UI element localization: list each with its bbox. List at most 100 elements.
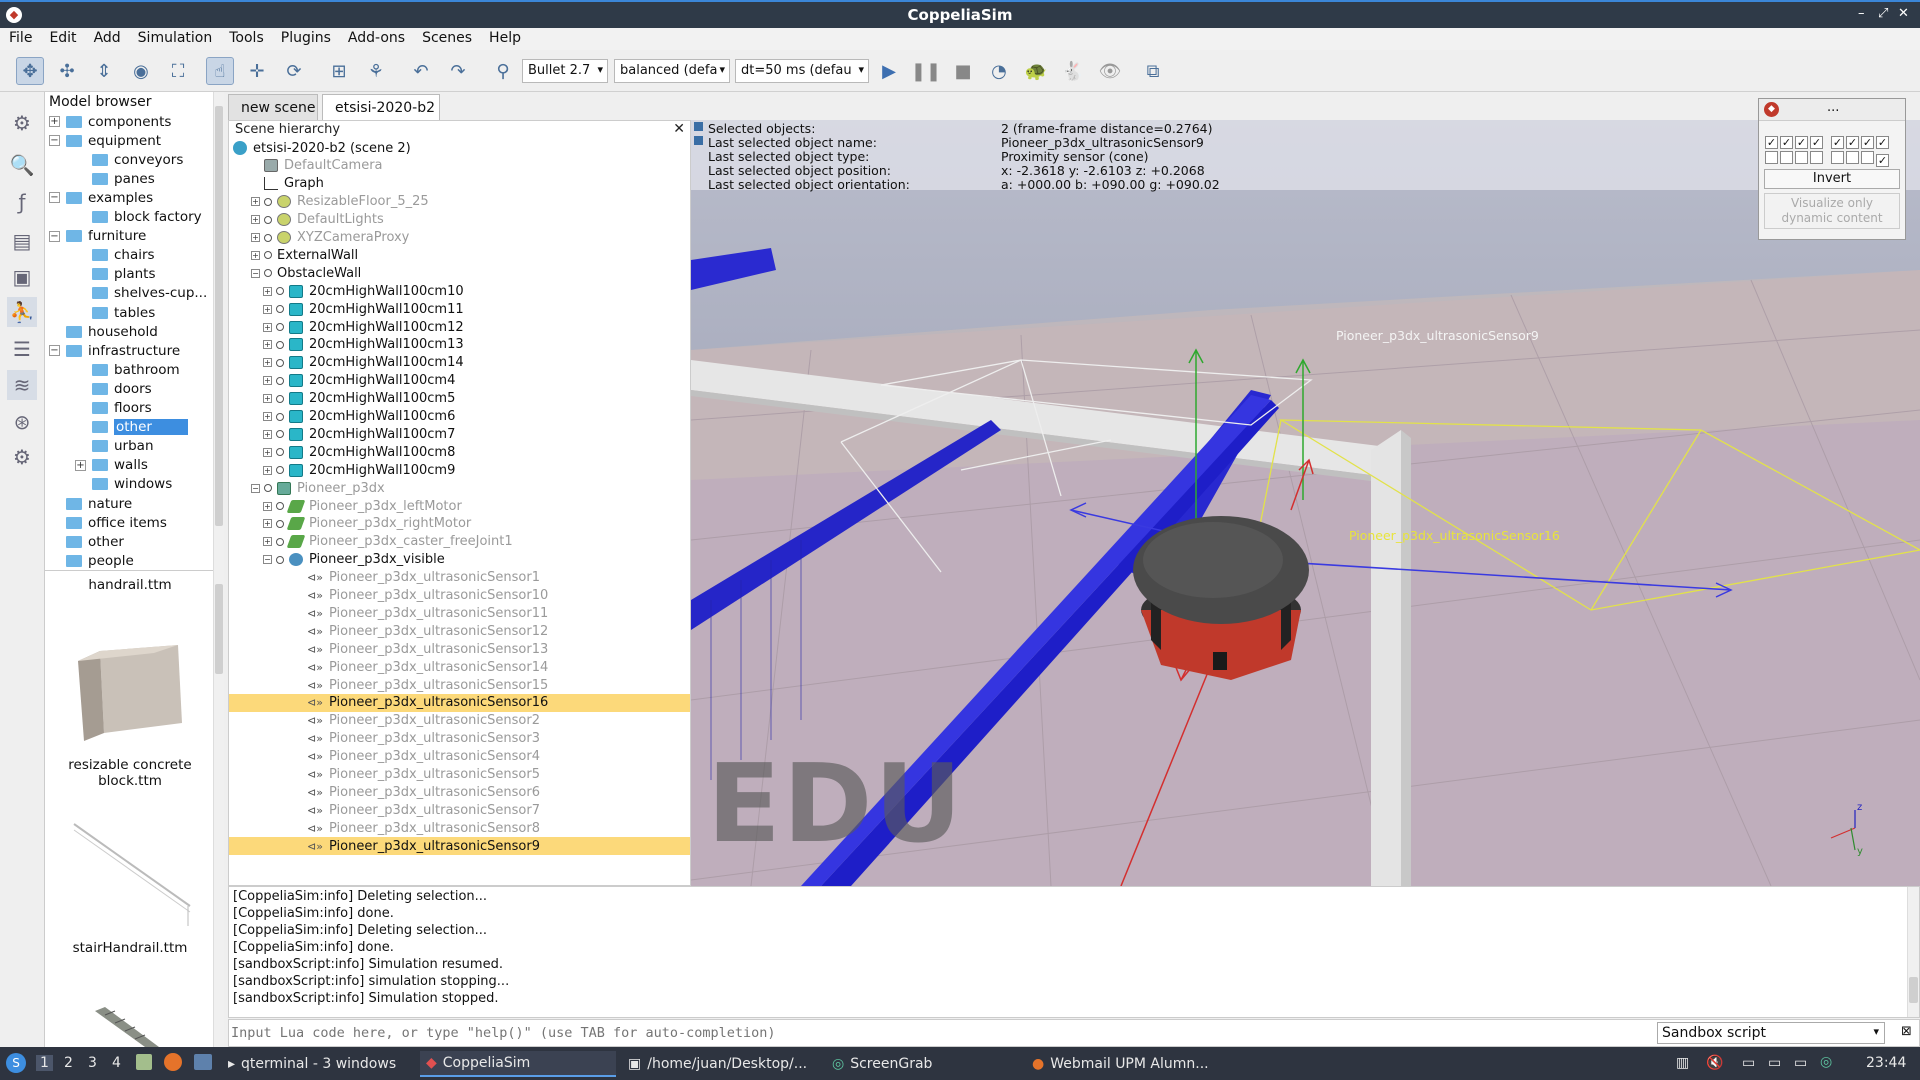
model-tree-item[interactable]: + walls [75,456,148,475]
expand-icon[interactable]: + [263,322,272,332]
visibility-dot-icon[interactable] [264,484,272,493]
thumbnail-label[interactable]: handrail.ttm [45,577,215,593]
collapse-icon[interactable]: − [49,345,60,357]
hierarchy-item[interactable]: + Pioneer_p3dx_rightMotor [229,515,690,533]
hierarchy-item[interactable]: +20cmHighWall100cm7 [229,425,690,443]
collapse-icon[interactable]: − [49,192,60,204]
layer-checkbox[interactable]: ✓ [1846,136,1859,149]
task-coppeliasim[interactable]: ◆ CoppeliaSim [420,1051,616,1077]
file-manager-icon[interactable] [136,1054,152,1070]
undo-icon[interactable]: ↶ [407,57,435,85]
visibility-dot-icon[interactable] [276,537,284,546]
visibility-dot-icon[interactable] [276,305,284,314]
expand-icon[interactable]: + [263,412,272,421]
hierarchy-item[interactable]: ⊲» Pioneer_p3dx_ultrasonicSensor5 [229,766,690,784]
expand-icon[interactable]: + [263,286,272,296]
user-settings-icon[interactable]: ⚙ [7,442,37,472]
collapse-icon[interactable]: − [251,268,260,278]
model-tree-item[interactable]: household [49,322,158,341]
visibility-dot-icon[interactable] [264,215,272,224]
hierarchy-item[interactable]: +20cmHighWall100cm5 [229,390,690,408]
menu-file[interactable]: File [0,28,40,46]
hierarchy-item-selected[interactable]: ⊲» Pioneer_p3dx_ultrasonicSensor16 [229,693,690,712]
hierarchy-item[interactable]: DefaultCamera [229,157,690,175]
visibility-dot-icon[interactable] [276,358,284,367]
start-menu-icon[interactable]: S [6,1053,26,1073]
layer-checkbox[interactable] [1810,151,1823,164]
camera-shift-icon[interactable]: ⇕ [90,57,118,85]
clipboard-icon[interactable]: ▭ [1742,1055,1755,1071]
firefox-icon[interactable] [164,1053,182,1071]
visibility-dot-icon[interactable] [264,251,272,260]
script-select[interactable]: Sandbox script [1657,1022,1885,1044]
search-icon[interactable]: 🔍 [7,150,37,180]
thumbnail-scrollbar[interactable] [213,570,224,1047]
hierarchy-item[interactable]: + ResizableFloor_5_25 [229,193,690,211]
visibility-dot-icon[interactable] [276,502,284,510]
clear-icon[interactable]: ⊠ [1901,1024,1912,1039]
menu-plugins[interactable]: Plugins [272,28,339,46]
expand-icon[interactable]: + [251,215,260,225]
realtime-icon[interactable]: ◔ [985,57,1013,85]
model-tree-item[interactable]: people [49,551,134,570]
model-tree-item[interactable]: windows [75,475,172,494]
hierarchy-item[interactable]: ⊲» Pioneer_p3dx_ultrasonicSensor1 [229,569,690,587]
collapse-icon[interactable]: − [263,555,272,565]
expand-icon[interactable]: + [263,447,272,457]
visibility-dot-icon[interactable] [264,269,272,278]
pause-icon[interactable]: ❚❚ [911,57,941,85]
hierarchy-item[interactable]: + ExternalWall [229,246,690,264]
layer-checkbox[interactable] [1765,151,1778,164]
visualization-toggle-icon[interactable]: 👁 [1096,57,1124,85]
hierarchy-item[interactable]: + Pioneer_p3dx_caster_freeJoint1 [229,533,690,551]
scroll-thumb[interactable] [215,106,223,526]
model-tree-item[interactable]: chairs [75,246,155,265]
hierarchy-item[interactable]: ⊲» Pioneer_p3dx_ultrasonicSensor15 [229,676,690,694]
camera-angle-icon[interactable]: ◉ [127,57,155,85]
model-tree-item[interactable]: plants [75,265,155,284]
expand-icon[interactable]: + [263,394,272,404]
expand-icon[interactable]: + [263,304,272,314]
menu-scenes[interactable]: Scenes [413,28,480,46]
visibility-dot-icon[interactable] [276,323,284,331]
model-tree-item[interactable]: tables [75,303,155,322]
hierarchy-item[interactable]: ⊲» Pioneer_p3dx_ultrasonicSensor8 [229,819,690,837]
expand-icon[interactable]: + [251,250,260,260]
visibility-dot-icon[interactable] [276,519,284,528]
model-tree-item[interactable]: block factory [75,208,202,227]
visibility-dot-icon[interactable] [276,466,284,475]
stop-icon[interactable]: ■ [949,57,977,85]
close-hierarchy-icon[interactable]: ✕ [673,121,685,137]
hierarchy-item[interactable]: ⊲» Pioneer_p3dx_ultrasonicSensor12 [229,622,690,640]
expand-icon[interactable]: + [263,537,272,547]
model-tree-item[interactable]: other [49,532,124,551]
model-tree-item[interactable]: nature [49,494,132,513]
maximize-button[interactable]: ⤢ [1878,6,1888,21]
hierarchy-item[interactable]: Graph [229,175,690,193]
layer-checkbox[interactable] [1861,151,1874,164]
hierarchy-item[interactable]: ⊲» Pioneer_p3dx_ultrasonicSensor4 [229,748,690,766]
expand-icon[interactable]: + [75,459,86,471]
workspace-2[interactable]: 2 [64,1055,73,1071]
visibility-dot-icon[interactable] [276,555,284,564]
visibility-dot-icon[interactable] [276,287,284,296]
expand-icon[interactable]: + [263,429,272,439]
minimize-button[interactable]: – [1858,6,1865,21]
model-tree-scrollbar[interactable] [213,92,224,570]
hierarchy-item[interactable]: ⊲» Pioneer_p3dx_ultrasonicSensor6 [229,783,690,801]
hierarchy-item[interactable]: ⊲» Pioneer_p3dx_ultrasonicSensor11 [229,604,690,622]
model-tree-item[interactable]: urban [75,437,154,456]
scene-switch-icon[interactable]: ⧉ [1139,57,1167,85]
task-webmail[interactable]: ● Webmail UPM Alumn... [1026,1051,1226,1077]
collapse-icon[interactable]: − [49,135,60,147]
hierarchy-item[interactable]: +20cmHighWall100cm14 [229,354,690,372]
concrete-block-thumbnail[interactable] [70,637,188,745]
hierarchy-item[interactable]: ⊲» Pioneer_p3dx_ultrasonicSensor7 [229,801,690,819]
layer-checkbox[interactable] [1795,151,1808,164]
layer-checkbox[interactable]: ✓ [1831,136,1844,149]
desktop-icon[interactable] [194,1054,212,1070]
camera-pan-icon[interactable]: ✥ [16,57,44,85]
layer-checkbox[interactable]: ✓ [1795,136,1808,149]
function-icon[interactable]: ƒ [7,187,37,217]
mute-icon[interactable]: 🔇 [1706,1055,1723,1071]
